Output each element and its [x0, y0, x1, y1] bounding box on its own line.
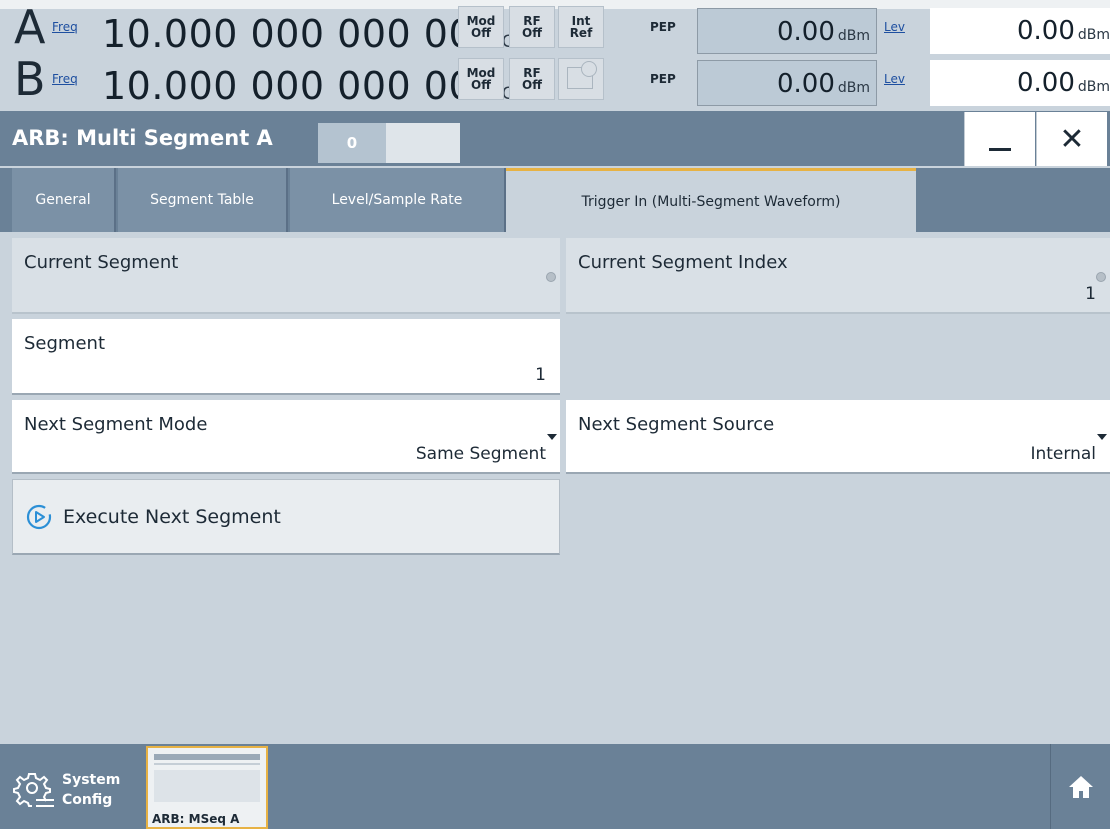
segment-label: Segment — [24, 333, 105, 354]
path-b-pep-unit: dBm — [837, 80, 870, 96]
thumbnail-body — [154, 770, 260, 802]
execute-next-segment-button[interactable]: Execute Next Segment — [12, 479, 560, 555]
dialog-header: ARB: Multi Segment A 0 ✕ — [0, 111, 1110, 166]
dropdown-arrow-icon — [1097, 434, 1107, 440]
path-b-level-input[interactable]: 0.00 dBm — [930, 60, 1110, 106]
next-segment-mode-label: Next Segment Mode — [24, 414, 208, 435]
tab-level-sample-rate[interactable]: Level/Sample Rate — [290, 168, 506, 232]
status-bar: A Freq 10.000 000 000 000GHz Mod Off RF … — [0, 0, 1110, 110]
system-config-line2: Config — [62, 791, 113, 808]
path-b-pep-value: 0.00 — [776, 69, 835, 99]
path-a-pep-unit: dBm — [837, 28, 870, 44]
minimize-icon — [989, 147, 1011, 151]
path-b-level-unit: dBm — [1077, 79, 1110, 95]
path-a-frequency-value: 10.000 000 000 000 — [102, 12, 498, 56]
current-segment-index-field: Current Segment Index 1 — [566, 238, 1110, 314]
path-b-pep-tag: PEP — [650, 72, 676, 86]
path-a-freq-tag[interactable]: Freq — [52, 20, 78, 34]
path-a-level-input[interactable]: 0.00 dBm — [930, 8, 1110, 54]
dialog-title: ARB: Multi Segment A — [12, 126, 273, 150]
path-a-rf-button[interactable]: RF Off — [509, 6, 555, 48]
path-b-rf-state: Off — [522, 78, 542, 92]
thumbnail-divider — [154, 763, 260, 765]
path-a-pep-display[interactable]: 0.00 dBm — [697, 8, 877, 54]
dialog-thumbnail[interactable]: ARB: MSeq A — [146, 746, 268, 829]
next-segment-mode-select[interactable]: Next Segment Mode Same Segment — [12, 400, 560, 474]
path-a-mod-state: Off — [471, 26, 491, 40]
dialog-counter: 0 — [318, 123, 460, 163]
path-a-ref-state: Ref — [569, 26, 593, 40]
path-a-ref-button[interactable]: Int Ref — [558, 6, 604, 48]
close-icon: ✕ — [1059, 121, 1085, 157]
external-ref-icon[interactable] — [558, 58, 604, 100]
next-segment-source-select[interactable]: Next Segment Source Internal — [566, 400, 1110, 474]
path-a-label: A — [14, 0, 46, 54]
taskbar: System Config ARB: MSeq A — [0, 744, 1110, 829]
minimize-button[interactable] — [964, 112, 1035, 166]
ref-icon-circle — [581, 61, 597, 77]
home-icon — [1068, 775, 1093, 798]
next-segment-source-label: Next Segment Source — [578, 414, 775, 435]
path-b-lev-tag[interactable]: Lev — [884, 72, 905, 86]
tab-general[interactable]: General — [12, 168, 116, 232]
current-segment-index-value: 1 — [1085, 284, 1096, 304]
current-segment-index-label: Current Segment Index — [578, 252, 788, 273]
path-a-level-value: 0.00 — [1016, 16, 1075, 46]
content-panel: Current Segment Current Segment Index 1 … — [0, 232, 1110, 744]
thumbnail-label: ARB: MSeq A — [152, 812, 240, 826]
current-segment-label: Current Segment — [24, 252, 179, 273]
path-b-frequency-value: 10.000 000 000 000 — [102, 64, 498, 108]
close-button[interactable]: ✕ — [1036, 112, 1107, 166]
dropdown-arrow-icon — [547, 434, 557, 440]
path-b-level-value: 0.00 — [1016, 68, 1075, 98]
tab-bar: General Segment Table Level/Sample Rate … — [0, 168, 1110, 232]
path-a-rf-state: Off — [522, 26, 542, 40]
system-config-label: System Config — [62, 770, 120, 810]
path-b-mod-state: Off — [471, 78, 491, 92]
path-b-freq-tag[interactable]: Freq — [52, 72, 78, 86]
dialog-counter-value: 0 — [318, 123, 386, 163]
path-b-mod-button[interactable]: Mod Off — [458, 58, 504, 100]
next-segment-mode-value: Same Segment — [415, 444, 546, 464]
path-a-lev-tag[interactable]: Lev — [884, 20, 905, 34]
path-a-pep-value: 0.00 — [776, 17, 835, 47]
next-segment-source-value: Internal — [1030, 444, 1096, 464]
tab-trigger-in[interactable]: Trigger In (Multi-Segment Waveform) — [506, 168, 916, 232]
path-b-label: B — [14, 52, 46, 106]
path-b-rf-button[interactable]: RF Off — [509, 58, 555, 100]
system-config-line1: System — [62, 771, 121, 788]
system-config-button[interactable]: System Config — [12, 750, 142, 829]
segment-value: 1 — [535, 365, 546, 385]
path-b-pep-display[interactable]: 0.00 dBm — [697, 60, 877, 106]
readonly-indicator-icon — [546, 272, 556, 282]
path-a-pep-tag: PEP — [650, 20, 676, 34]
path-a-mod-button[interactable]: Mod Off — [458, 6, 504, 48]
home-button[interactable] — [1050, 744, 1110, 829]
segment-input[interactable]: Segment 1 — [12, 319, 560, 395]
readonly-indicator-icon — [1096, 272, 1106, 282]
gear-icon — [13, 772, 54, 807]
current-segment-field: Current Segment — [12, 238, 560, 314]
path-a-level-unit: dBm — [1077, 27, 1110, 43]
thumbnail-header — [154, 754, 260, 760]
tab-segment-table[interactable]: Segment Table — [118, 168, 288, 232]
play-circle-icon — [26, 504, 52, 529]
execute-next-segment-label: Execute Next Segment — [63, 505, 281, 528]
